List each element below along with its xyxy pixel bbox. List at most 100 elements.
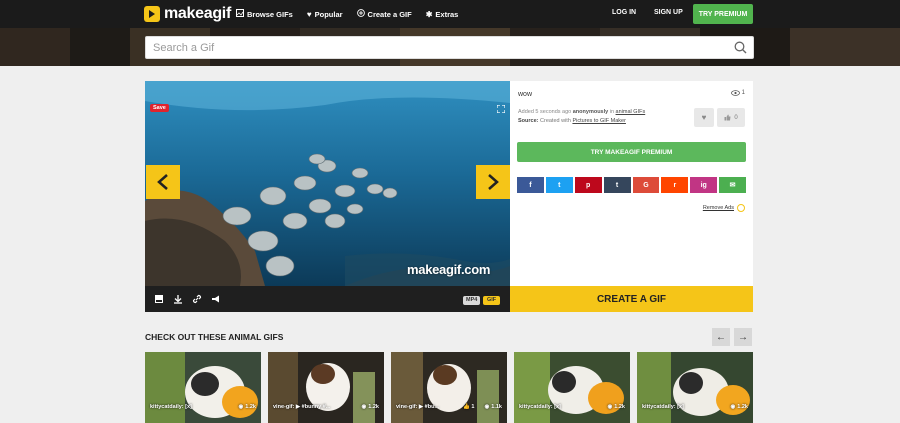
card-views: ◉ 1.2k <box>238 404 256 410</box>
gif-frame <box>145 81 510 286</box>
eye-icon: ◉ <box>238 404 244 410</box>
search-box <box>145 36 754 59</box>
format-mp4-toggle[interactable]: MP4 <box>463 296 481 305</box>
remove-ads-label: Remove Ads <box>702 205 734 211</box>
nav-browse-gifs[interactable]: Browse GIFs <box>236 9 293 19</box>
card-likes: 👍 1 <box>463 404 475 410</box>
related-gif-card[interactable]: vine-gif: ▶ #bunny #... ◉ 1.2k <box>268 352 384 423</box>
share-facebook-button[interactable]: f <box>517 177 544 193</box>
chevron-right-icon <box>488 174 499 190</box>
share-twitter-button[interactable]: t <box>545 177 573 193</box>
image-icon <box>236 9 244 19</box>
heart-icon: ♥ <box>701 113 707 122</box>
card-views: ◉ 1.2k <box>361 404 379 410</box>
logo[interactable]: makeagif <box>144 5 231 23</box>
nav-popular-label: Popular <box>314 9 343 19</box>
ad-block-icon <box>737 204 745 212</box>
related-next-button[interactable]: → <box>734 328 752 346</box>
card-views: ◉ 1.1k <box>484 404 502 410</box>
signup-link[interactable]: SIGN UP <box>654 9 683 16</box>
related-section-title: CHECK OUT THESE ANIMAL GIFS <box>145 332 284 342</box>
nav-extras-label: Extras <box>435 9 459 19</box>
megaphone-icon[interactable] <box>211 294 221 304</box>
nav-create-gif[interactable]: Create a GIF <box>356 9 412 19</box>
eye-icon: ◉ <box>361 404 367 410</box>
login-link[interactable]: LOG IN <box>612 9 636 16</box>
share-tumblr-button[interactable]: t <box>603 177 631 193</box>
share-buttons: f t p t G r ig ✉ <box>517 177 746 193</box>
search-input[interactable] <box>146 37 716 58</box>
logo-play-icon <box>144 6 160 22</box>
card-views: ◉ 1.2k <box>607 404 625 410</box>
card-title: kittycatdaily: [x] <box>519 404 561 410</box>
card-title: vine-gif: ▶ #bu... <box>396 404 440 410</box>
link-icon[interactable] <box>192 294 202 304</box>
remove-ads-link[interactable]: Remove Ads <box>703 204 745 212</box>
eye-icon: ◉ <box>730 404 736 410</box>
share-instagram-button[interactable]: ig <box>690 177 718 193</box>
related-gif-card[interactable]: kittycatdaily: [x] ◉ 1.2k <box>514 352 630 423</box>
related-gifs: kittycatdaily: [x] ◉ 1.2k vine-gif: ▶ #bu… <box>145 352 753 423</box>
thumbs-up-icon <box>724 114 731 121</box>
nav-browse-label: Browse GIFs <box>247 9 293 19</box>
format-gif-toggle[interactable]: GIF <box>483 296 501 305</box>
watermark: makeagif.com <box>407 262 491 277</box>
source-link[interactable]: Pictures to GIF Maker <box>572 118 626 124</box>
related-gif-card[interactable]: kittycatdaily: [x] ◉ 1.2k <box>637 352 753 423</box>
like-count: 0 <box>734 114 738 121</box>
heart-icon: ♥ <box>306 9 312 19</box>
thumbs-up-button[interactable]: 0 <box>717 108 745 127</box>
nav-popular[interactable]: ♥ Popular <box>307 10 343 19</box>
plus-circle-icon <box>356 9 365 19</box>
gif-thumbnail <box>514 352 630 423</box>
previous-gif-button[interactable] <box>146 165 180 199</box>
card-views-value: 1.2k <box>245 404 256 410</box>
chevron-left-icon <box>157 174 168 190</box>
gallery-icon[interactable] <box>154 294 164 304</box>
card-title: vine-gif: ▶ #bunny #... <box>273 404 331 410</box>
fullscreen-icon[interactable] <box>497 105 505 113</box>
added-meta: Added 5 seconds ago anonymously in anima… <box>518 109 645 115</box>
arrow-left-icon: ← <box>716 331 726 343</box>
try-makeagif-premium-button[interactable]: TRY MAKEAGIF PREMIUM <box>517 142 746 162</box>
player-controls: MP4 GIF <box>145 286 510 312</box>
eye-icon: ◉ <box>484 404 490 410</box>
download-icon[interactable] <box>173 294 183 304</box>
added-time: Added 5 seconds ago <box>518 109 572 115</box>
view-count-value: 1 <box>741 90 745 96</box>
related-gif-card[interactable]: kittycatdaily: [x] ◉ 1.2k <box>145 352 261 423</box>
related-prev-button[interactable]: ← <box>712 328 730 346</box>
card-title: kittycatdaily: [x] <box>150 404 192 410</box>
main-nav: Browse GIFs ♥ Popular Create a GIF ✱ Ext… <box>236 0 472 28</box>
nav-create-label: Create a GIF <box>367 9 412 19</box>
nav-extras[interactable]: ✱ Extras <box>426 10 459 19</box>
pinterest-save-button[interactable]: Save <box>150 104 169 112</box>
added-by: anonymously <box>572 109 609 115</box>
card-views-value: 1.2k <box>368 404 379 410</box>
arrow-right-icon: → <box>738 331 748 343</box>
card-views: ◉ 1.2k <box>730 404 748 410</box>
share-google-button[interactable]: G <box>632 177 660 193</box>
view-count: 1 <box>730 90 745 96</box>
create-gif-button[interactable]: CREATE A GIF <box>510 286 753 312</box>
card-title: kittycatdaily: [x] <box>642 404 684 410</box>
category-link[interactable]: animal GIFs <box>616 109 646 115</box>
gif-player[interactable]: Save makeagif.com MP4 GIF <box>145 81 510 312</box>
favorite-button[interactable]: ♥ <box>694 108 714 127</box>
related-gif-card[interactable]: vine-gif: ▶ #bu... 👍 1 ◉ 1.1k <box>391 352 507 423</box>
share-pinterest-button[interactable]: p <box>574 177 602 193</box>
card-views-value: 1.2k <box>737 404 748 410</box>
eye-icon <box>730 90 740 96</box>
gear-icon: ✱ <box>425 9 433 19</box>
share-reddit-button[interactable]: r <box>661 177 689 193</box>
try-premium-button[interactable]: TRY PREMIUM <box>693 4 753 24</box>
share-email-button[interactable]: ✉ <box>719 177 746 193</box>
top-nav: makeagif Browse GIFs ♥ Popular Create a … <box>0 0 900 28</box>
card-views-value: 1.1k <box>491 404 502 410</box>
next-gif-button[interactable] <box>476 165 510 199</box>
source-meta: Source: Created with Pictures to GIF Mak… <box>518 118 626 124</box>
card-views-value: 1.2k <box>614 404 625 410</box>
search-icon[interactable] <box>734 41 747 54</box>
added-in: in <box>609 109 615 115</box>
eye-icon: ◉ <box>607 404 613 410</box>
